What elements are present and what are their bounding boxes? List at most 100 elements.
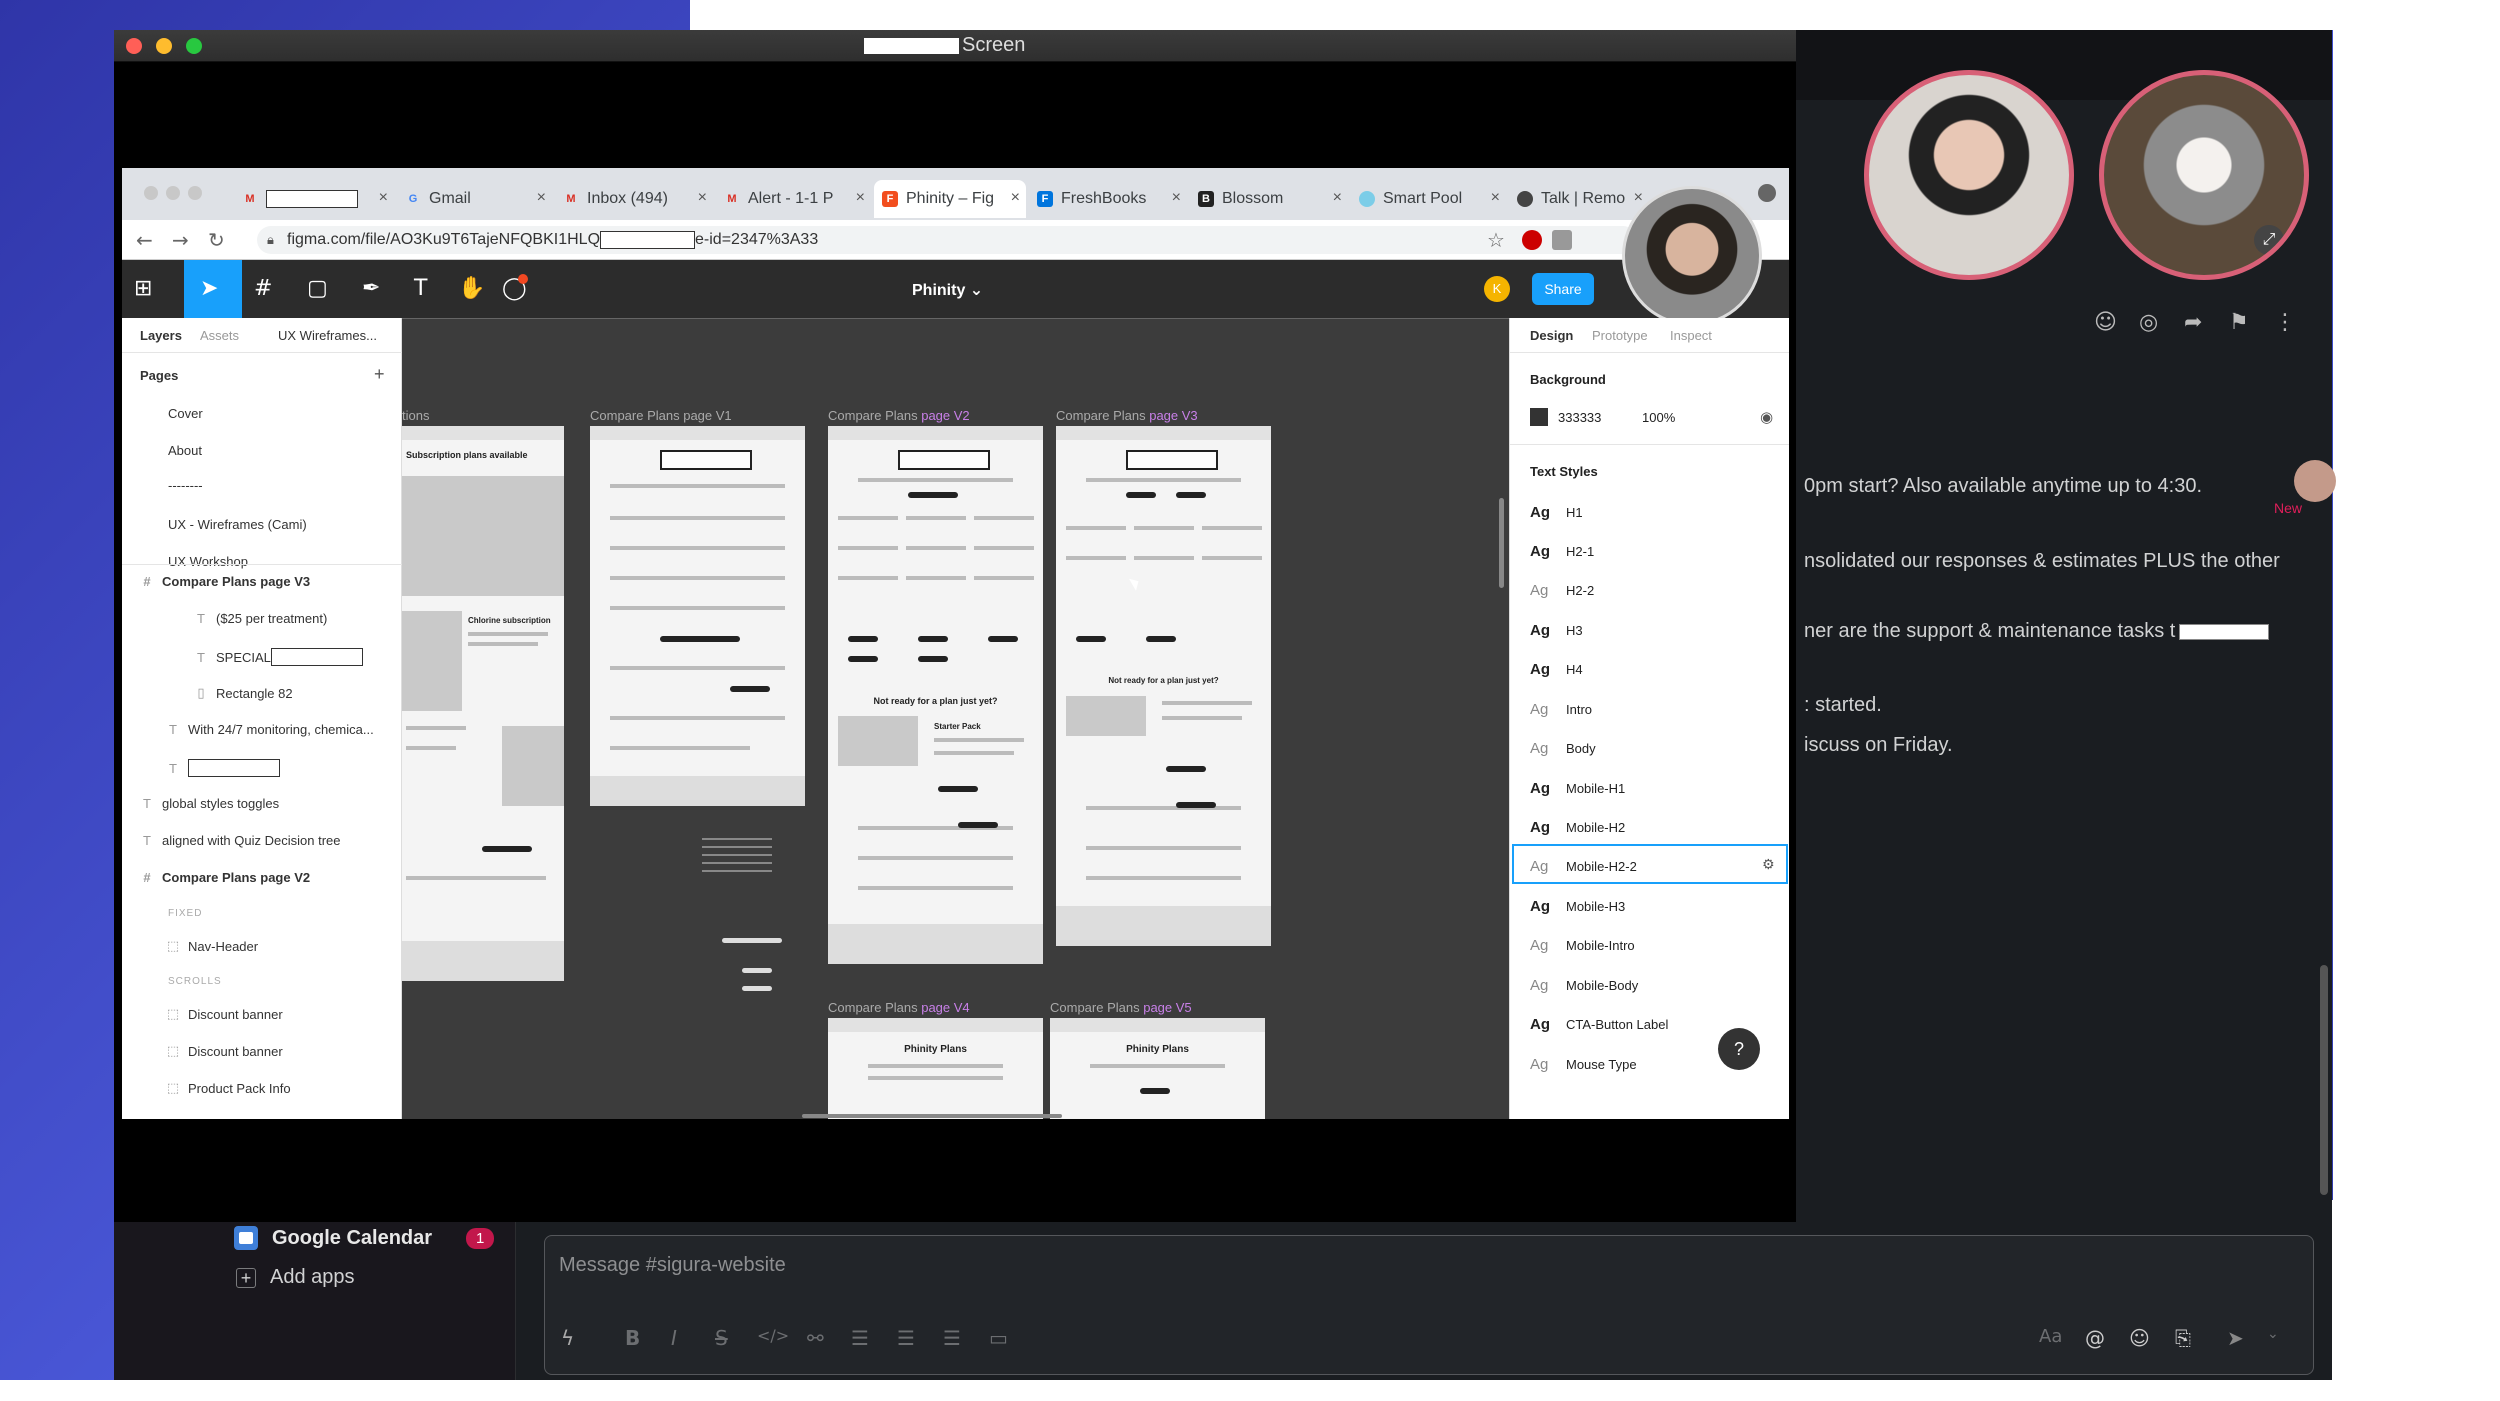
text-style-item[interactable]: Ag Body <box>1530 740 1596 757</box>
tab-page-dropdown[interactable]: UX Wireframes... <box>278 328 377 343</box>
text-tool-icon[interactable]: T <box>414 276 427 301</box>
layer-component[interactable]: ⬚ Nav-Header <box>166 938 258 954</box>
layer-text[interactable]: Tglobal styles toggles <box>140 796 279 811</box>
file-name[interactable]: Phinity ⌄ <box>912 280 983 300</box>
browser-tab[interactable]: Talk | Remo × <box>1509 180 1649 218</box>
avatar[interactable] <box>2294 460 2336 502</box>
browser-tab-active[interactable]: F Phinity – Fig × <box>874 180 1026 218</box>
wireframe-frame[interactable]: Subscription plans available Chlorine su… <box>402 426 564 981</box>
page-item[interactable]: -------- <box>168 478 203 493</box>
attachment-icon[interactable]: ⎘ <box>2175 1326 2191 1350</box>
close-icon[interactable]: × <box>698 189 707 207</box>
profile-icon[interactable] <box>1758 184 1776 202</box>
browser-tab[interactable]: M Inbox (494) × <box>555 180 713 218</box>
canvas-element[interactable] <box>742 968 772 973</box>
text-style-item[interactable]: Ag Mouse Type <box>1530 1056 1637 1073</box>
back-icon[interactable]: ← <box>136 228 153 252</box>
text-style-item[interactable]: Ag Mobile-Intro <box>1530 937 1635 954</box>
sidebar-item-google-calendar[interactable]: Google Calendar 1 <box>234 1226 495 1250</box>
bookmark-icon[interactable]: ⚑ <box>2229 310 2249 335</box>
hand-tool-icon[interactable]: ✋ <box>458 276 485 301</box>
edit-style-icon[interactable]: ⚙ <box>1762 856 1775 873</box>
close-icon[interactable]: × <box>537 189 546 207</box>
code-icon[interactable]: </> <box>757 1326 789 1345</box>
star-icon[interactable]: ☆ <box>1487 228 1505 252</box>
emoji-icon[interactable]: ☺ <box>2129 1326 2150 1350</box>
background-opacity-input[interactable]: 100% <box>1642 410 1675 425</box>
browser-tab[interactable]: M × <box>234 180 394 218</box>
add-reaction-icon[interactable]: ☺ <box>2094 310 2117 335</box>
layer-text[interactable]: Taligned with Quiz Decision tree <box>140 833 340 848</box>
text-style-item[interactable]: Ag H1 <box>1530 504 1583 521</box>
minimize-window-button[interactable] <box>156 38 172 54</box>
page-item[interactable]: UX Workshop <box>168 554 248 569</box>
tab-assets[interactable]: Assets <box>200 328 239 343</box>
text-style-item[interactable]: Ag H3 <box>1530 622 1583 639</box>
text-style-item[interactable]: Ag Mobile-H3 <box>1530 898 1625 915</box>
close-icon[interactable]: × <box>1491 189 1500 207</box>
figma-canvas[interactable]: tions Subscription plans available Chlor… <box>402 318 1509 1119</box>
wireframe-frame[interactable]: Not ready for a plan just yet? Starter P… <box>828 426 1043 964</box>
tab-prototype[interactable]: Prototype <box>1592 328 1648 343</box>
message-input[interactable]: Message #sigura-website <box>559 1254 786 1277</box>
pen-tool-icon[interactable]: ✒ <box>362 276 380 301</box>
layer-frame[interactable]: # Compare Plans page V3 <box>140 574 310 589</box>
browser-tab[interactable]: F FreshBooks × <box>1029 180 1187 218</box>
link-icon[interactable]: ⚯ <box>807 1326 824 1350</box>
wireframe-frame[interactable]: Phinity Plans <box>828 1018 1043 1119</box>
text-style-item[interactable]: Ag H2-2 <box>1530 582 1594 599</box>
text-style-item-selected[interactable]: Ag Mobile-H2-2 <box>1530 858 1637 875</box>
layer-text[interactable]: T SPECIAL <box>194 648 363 666</box>
figma-menu-icon[interactable]: ⊞ <box>134 276 152 301</box>
layer-component[interactable]: ⬚ Product Pack Info <box>166 1080 291 1096</box>
layer-text[interactable]: T ($25 per treatment) <box>194 611 327 626</box>
ordered-list-icon[interactable]: ☰ <box>851 1326 869 1350</box>
url-input[interactable]: 🔒︎ figma.com/file/AO3Ku9T6TajeNFQBKI1HLQ… <box>257 226 1637 254</box>
text-style-item[interactable]: Ag H4 <box>1530 661 1583 678</box>
code-block-icon[interactable]: ▭ <box>989 1326 1008 1350</box>
visibility-eye-icon[interactable]: ◉ <box>1760 408 1773 426</box>
user-avatar[interactable]: K <box>1484 276 1510 302</box>
layer-component[interactable]: ⬚ Discount banner <box>166 1006 283 1022</box>
text-style-item[interactable]: Ag H2-1 <box>1530 543 1594 560</box>
reload-icon[interactable]: ↻ <box>208 228 225 252</box>
thread-reply-icon[interactable]: ◎ <box>2139 310 2158 335</box>
canvas-element[interactable] <box>742 986 772 991</box>
scrollbar[interactable] <box>2320 965 2328 1195</box>
page-item[interactable]: UX - Wireframes (Cami) <box>168 517 307 532</box>
close-icon[interactable]: × <box>379 189 388 207</box>
canvas-text-block[interactable] <box>702 838 772 878</box>
add-page-icon[interactable]: + <box>374 364 385 385</box>
participant-video-cat[interactable]: ⤢ <box>2099 70 2309 280</box>
wireframe-frame[interactable]: Phinity Plans <box>1050 1018 1265 1119</box>
send-icon[interactable]: ➤ <box>2227 1326 2244 1350</box>
wireframe-frame[interactable] <box>590 426 805 806</box>
browser-tab[interactable]: B Blossom × <box>1190 180 1348 218</box>
more-actions-icon[interactable]: ⋮ <box>2274 310 2296 335</box>
chevron-down-icon[interactable]: ⌄ <box>2267 1326 2279 1342</box>
add-apps-button[interactable]: + Add apps <box>236 1266 355 1289</box>
close-icon[interactable]: × <box>1333 189 1342 207</box>
blockquote-icon[interactable]: ☰ <box>943 1326 961 1350</box>
text-style-item[interactable]: Ag Mobile-H2 <box>1530 819 1625 836</box>
forward-icon[interactable]: → <box>172 228 189 252</box>
browser-tab[interactable]: Smart Pool × <box>1351 180 1506 218</box>
page-item[interactable]: Cover <box>168 406 203 421</box>
tab-design[interactable]: Design <box>1530 328 1573 343</box>
close-icon[interactable]: × <box>1634 189 1643 207</box>
layer-frame[interactable]: # Compare Plans page V2 <box>140 870 310 885</box>
scrollbar[interactable] <box>802 1114 1062 1118</box>
background-swatch[interactable] <box>1530 408 1548 426</box>
italic-icon[interactable]: I <box>671 1326 677 1350</box>
participant-video-woman[interactable] <box>1864 70 2074 280</box>
share-message-icon[interactable]: ➦ <box>2184 310 2202 335</box>
share-button[interactable]: Share <box>1532 273 1594 305</box>
layer-text[interactable]: T With 24/7 monitoring, chemica... <box>166 722 374 737</box>
close-window-button[interactable] <box>144 186 158 200</box>
bold-icon[interactable]: B <box>625 1326 640 1350</box>
text-style-item[interactable]: Ag Intro <box>1530 701 1592 718</box>
layer-component[interactable]: ⬚ Discount banner <box>166 1043 283 1059</box>
scrollbar[interactable] <box>1499 498 1504 588</box>
text-formatting-icon[interactable]: Aa <box>2039 1326 2062 1347</box>
layer-text[interactable]: T <box>166 759 280 777</box>
